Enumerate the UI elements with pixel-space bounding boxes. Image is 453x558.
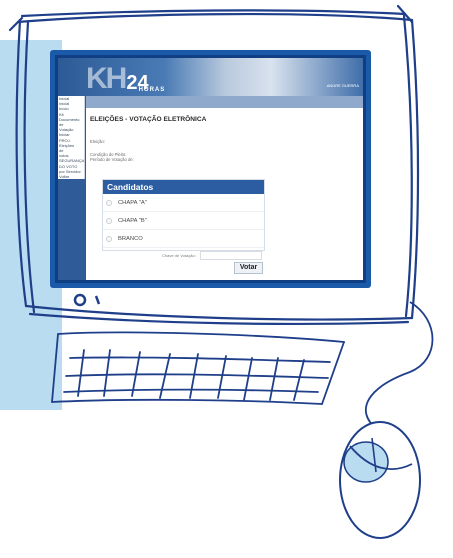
sidebar: Inicial Inicial Início Kit Documento de Votaçã… bbox=[58, 96, 86, 280]
periodo-label: Período de Votação de: bbox=[90, 157, 134, 162]
candidate-option-chapa-a[interactable]: CHAPA "A" bbox=[103, 194, 264, 212]
top-nav-bar bbox=[86, 96, 363, 108]
candidate-option-chapa-b[interactable]: CHAPA "B" bbox=[103, 212, 264, 230]
header-banner: KH 24 HORAS ANDRE GUERRA bbox=[58, 58, 363, 96]
page-title: ELEIÇÕES - VOTAÇÃO ELETRÔNICA bbox=[90, 116, 207, 123]
logo-horas: HORAS bbox=[138, 87, 166, 93]
sidebar-item[interactable]: SEGURANÇA bbox=[58, 158, 84, 163]
banner-user-text: ANDRE GUERRA bbox=[326, 83, 359, 88]
radio-button[interactable] bbox=[106, 235, 112, 242]
logo-kh: KH bbox=[86, 62, 127, 95]
votar-button[interactable]: Votar bbox=[234, 262, 263, 274]
candidatos-panel: Candidatos CHAPA "A" CHAPA "B" BRANCO bbox=[102, 179, 265, 251]
chave-votacao-label: Chave de Votação: bbox=[162, 253, 196, 258]
kh24-logo: KH 24 HORAS bbox=[86, 60, 166, 95]
radio-button[interactable] bbox=[106, 217, 112, 224]
candidate-label: BRANCO bbox=[118, 235, 143, 242]
mouse-sketch bbox=[339, 421, 421, 539]
sidebar-menu: Inicial Inicial Início Kit Documento de Votaçã… bbox=[58, 96, 85, 180]
power-button-icon bbox=[73, 293, 101, 307]
mouse-cable bbox=[365, 301, 434, 431]
eleicao-label: Eleição: bbox=[90, 139, 105, 144]
candidate-label: CHAPA "A" bbox=[118, 199, 147, 206]
candidate-option-branco[interactable]: BRANCO bbox=[103, 230, 264, 248]
screen-content: KH 24 HORAS ANDRE GUERRA Inicial Inicial I… bbox=[58, 58, 363, 280]
keyboard-sketch bbox=[51, 331, 345, 405]
radio-button[interactable] bbox=[106, 199, 112, 206]
sidebar-item[interactable]: Voltar bbox=[58, 174, 84, 179]
candidate-label: CHAPA "B" bbox=[118, 217, 147, 224]
chave-votacao-input[interactable] bbox=[200, 251, 262, 260]
candidatos-header: Candidatos bbox=[103, 180, 264, 194]
